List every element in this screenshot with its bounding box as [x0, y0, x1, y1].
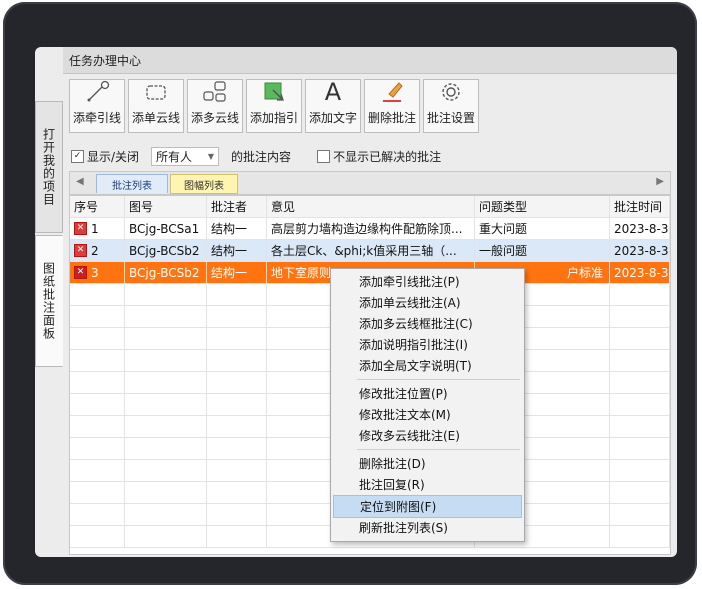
filter-row: ✓ 显示/关闭 所有人 ▼ 的批注内容 不显示已解决的批注: [71, 145, 441, 167]
add-guide-button[interactable]: 添加指引: [246, 79, 302, 133]
row-index: ✕ 3: [70, 262, 125, 283]
column-header[interactable]: 批注者: [207, 196, 267, 217]
tab-annotation-list[interactable]: 批注列表: [96, 174, 168, 193]
toolbar: 添牵引线 添单云线 添多云线 添加指引 A 添加文字 删除批注 批注设置: [69, 78, 479, 133]
gear-icon: [436, 80, 466, 104]
annotation-settings-button[interactable]: 批注设置: [423, 79, 479, 133]
menu-item-add-global-text[interactable]: 添加全局文字说明(T): [333, 355, 522, 376]
menu-item-add-multi-cloud[interactable]: 添加多云线框批注(C): [333, 313, 522, 334]
menu-separator: [357, 449, 520, 450]
menu-item-add-leader[interactable]: 添加牵引线批注(P): [333, 271, 522, 292]
opinion: 各土层Ck、&phi;k值采用三轴（...: [267, 240, 475, 261]
leader-line-icon: [82, 80, 112, 104]
issue-type: 重大问题: [475, 218, 610, 239]
menu-item-delete[interactable]: 删除批注(D): [333, 453, 522, 474]
add-leader-line-button[interactable]: 添牵引线: [69, 79, 125, 133]
hide-resolved-checkbox[interactable]: [317, 149, 331, 163]
owner-select[interactable]: 所有人 ▼: [151, 146, 220, 166]
table-row[interactable]: ✕ 2 BCjg-BCSb2 结构一 各土层Ck、&phi;k值采用三轴（... …: [70, 240, 670, 262]
annotation-time: 2023-8-3: [610, 262, 670, 283]
add-multi-cloud-button[interactable]: 添多云线: [187, 79, 243, 133]
menu-item-edit-position[interactable]: 修改批注位置(P): [333, 383, 522, 404]
annotator: 结构一: [207, 218, 267, 239]
row-index: ✕ 2: [70, 240, 125, 261]
eraser-icon: [377, 80, 407, 104]
sheet-id: BCjg-BCSb2: [125, 240, 207, 261]
show-toggle-label: 显示/关闭: [87, 149, 140, 164]
column-header[interactable]: 序号: [70, 196, 125, 217]
add-single-cloud-button[interactable]: 添单云线: [128, 79, 184, 133]
tab-label: 批注列表: [112, 180, 152, 192]
row-index: ✕ 1: [70, 218, 125, 239]
side-tab-annotation-panel[interactable]: 图纸批注面板: [35, 235, 63, 367]
column-header[interactable]: 图号: [125, 196, 207, 217]
column-header[interactable]: 意见: [267, 196, 475, 217]
toolbar-label: 添牵引线: [72, 111, 121, 125]
toolbar-label: 添加指引: [249, 111, 298, 125]
close-icon[interactable]: ✕: [74, 244, 87, 257]
side-tab-open-project[interactable]: 打开我的项目: [35, 101, 63, 233]
menu-item-add-single-cloud[interactable]: 添加单云线批注(A): [333, 292, 522, 313]
text-A-icon: A: [324, 78, 342, 106]
show-toggle-checkbox[interactable]: ✓: [71, 149, 84, 163]
toolbar-label: 批注设置: [426, 111, 475, 125]
tab-label: 图幅列表: [184, 180, 224, 192]
delete-annotation-button[interactable]: 删除批注: [364, 79, 420, 133]
row-number: 3: [91, 265, 99, 280]
opinion: 高层剪力墙构造边缘构件配筋除顶...: [267, 218, 475, 239]
menu-item-reply[interactable]: 批注回复(R): [333, 474, 522, 495]
list-tabs: ◀ 批注列表 图幅列表 ▶: [69, 171, 671, 195]
tab-sheet-list[interactable]: 图幅列表: [170, 174, 238, 194]
row-number: 2: [91, 243, 99, 258]
filter-suffix: 的批注内容: [231, 149, 292, 164]
issue-type: 一般问题: [475, 240, 610, 261]
guide-icon: [259, 80, 289, 104]
multi-cloud-icon: [200, 80, 230, 104]
toolbar-label: 添多云线: [190, 111, 239, 125]
toolbar-label: 删除批注: [367, 111, 416, 125]
annotator: 结构一: [207, 240, 267, 261]
annotation-time: 2023-8-3: [610, 218, 670, 239]
column-header[interactable]: 问题类型: [475, 196, 610, 217]
sheet-id: BCjg-BCSa1: [125, 218, 207, 239]
column-header[interactable]: 批注时间: [610, 196, 670, 217]
toolbar-label: 添单云线: [131, 111, 180, 125]
scroll-left-icon[interactable]: ◀: [76, 176, 84, 187]
panel-title: 任务办理中心: [63, 47, 677, 74]
context-menu: 添加牵引线批注(P) 添加单云线批注(A) 添加多云线框批注(C) 添加说明指引…: [330, 268, 525, 542]
owner-select-value: 所有人: [156, 149, 193, 164]
menu-item-edit-text[interactable]: 修改批注文本(M): [333, 404, 522, 425]
close-icon[interactable]: ✕: [74, 266, 87, 279]
annotator: 结构一: [207, 262, 267, 283]
side-tabs: 打开我的项目 图纸批注面板: [35, 73, 63, 557]
menu-item-locate-sheet[interactable]: 定位到附图(F): [333, 495, 522, 518]
close-icon[interactable]: ✕: [74, 222, 87, 235]
side-tab-label: 打开我的项目: [41, 128, 56, 206]
scroll-right-icon[interactable]: ▶: [656, 176, 664, 187]
single-cloud-icon: [141, 80, 171, 104]
row-number: 1: [91, 221, 99, 236]
table-row[interactable]: ✕ 1 BCjg-BCSa1 结构一 高层剪力墙构造边缘构件配筋除顶... 重大问…: [70, 218, 670, 240]
menu-item-edit-multi-cloud[interactable]: 修改多云线批注(E): [333, 425, 522, 446]
menu-item-add-guide[interactable]: 添加说明指引批注(I): [333, 334, 522, 355]
add-text-button[interactable]: A 添加文字: [305, 78, 361, 133]
menu-separator: [357, 379, 520, 380]
hide-resolved-label: 不显示已解决的批注: [333, 149, 442, 164]
menu-item-refresh[interactable]: 刷新批注列表(S): [333, 517, 522, 538]
toolbar-label: 添加文字: [308, 111, 357, 125]
table-header: 序号 图号 批注者 意见 问题类型 批注时间: [70, 196, 670, 218]
sheet-id: BCjg-BCSb2: [125, 262, 207, 283]
chevron-down-icon: ▼: [207, 151, 215, 161]
side-tab-label: 图纸批注面板: [41, 262, 56, 340]
annotation-time: 2023-8-3: [610, 240, 670, 261]
